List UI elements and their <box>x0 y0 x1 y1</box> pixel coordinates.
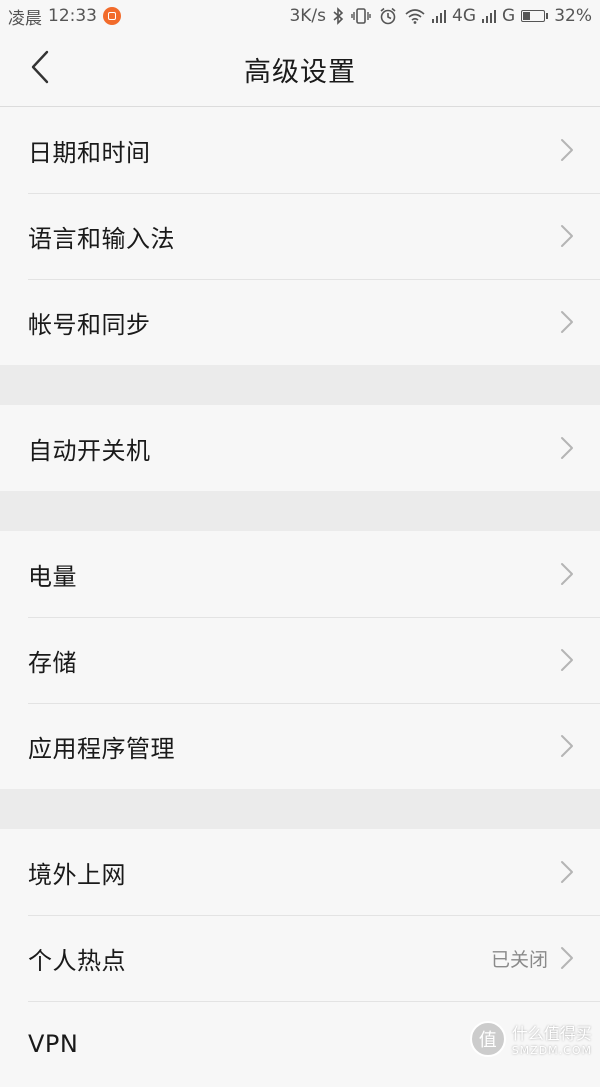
chevron-right-icon <box>560 648 574 672</box>
watermark: 值 什么值得买 SMZDM.COM <box>469 1020 592 1057</box>
settings-row[interactable]: 语言和输入法 <box>0 193 600 279</box>
notification-icon <box>103 7 121 25</box>
settings-row-label: 电量 <box>28 562 77 591</box>
settings-row-label: 帐号和同步 <box>28 310 151 339</box>
battery-percent: 32% <box>554 6 592 26</box>
group-separator <box>0 789 600 829</box>
settings-row-label: 应用程序管理 <box>28 734 175 763</box>
battery-icon <box>521 10 549 22</box>
watermark-name: 什么值得买 <box>511 1024 592 1043</box>
settings-group: 自动开关机 <box>0 405 600 491</box>
settings-row[interactable]: 帐号和同步 <box>0 279 600 365</box>
back-icon <box>30 50 50 88</box>
settings-row[interactable]: 个人热点 已关闭 <box>0 915 600 1001</box>
chevron-right-icon <box>560 138 574 162</box>
network-4g-label: 4G <box>452 6 477 26</box>
watermark-logo: 值 <box>469 1020 506 1057</box>
settings-row[interactable]: 应用程序管理 <box>0 703 600 789</box>
signal-icon <box>482 9 497 23</box>
nav-bar: 高级设置 <box>0 32 600 107</box>
settings-list: 日期和时间语言和输入法 帐号和同步自动开关机电量存储应用程序管理 境外上网个人热点 已… <box>0 107 600 1087</box>
group-separator <box>0 491 600 531</box>
chevron-right-icon <box>560 310 574 334</box>
settings-row[interactable]: 自动开关机 <box>0 405 600 491</box>
chevron-right-icon <box>560 946 574 970</box>
alarm-icon <box>378 6 398 26</box>
vibrate-icon <box>350 7 372 25</box>
group-separator <box>0 365 600 405</box>
status-bar: 凌晨 12:33 3K/s 4G G 32% <box>0 0 600 32</box>
settings-row-label: 自动开关机 <box>28 436 151 465</box>
settings-row[interactable]: 日期和时间 <box>0 107 600 193</box>
chevron-right-icon <box>560 734 574 758</box>
net-speed: 3K/s <box>289 6 327 26</box>
network-g-label: G <box>502 6 516 26</box>
settings-row-label: 存储 <box>28 648 77 677</box>
settings-row[interactable]: 电量 <box>0 531 600 617</box>
back-button[interactable] <box>20 49 60 89</box>
settings-row[interactable]: 境外上网 <box>0 829 600 915</box>
chevron-right-icon <box>560 860 574 884</box>
carrier-text: 凌晨 <box>8 8 42 29</box>
settings-row-label: 日期和时间 <box>28 138 151 167</box>
settings-row-value: 已关闭 <box>490 948 548 971</box>
bluetooth-icon <box>332 7 344 25</box>
settings-row-label: 境外上网 <box>28 860 126 889</box>
wifi-icon <box>404 7 426 25</box>
page-title: 高级设置 <box>244 56 356 88</box>
watermark-domain: SMZDM.COM <box>511 1044 592 1057</box>
chevron-right-icon <box>560 562 574 586</box>
chevron-right-icon <box>560 224 574 248</box>
settings-row-label: 个人热点 <box>28 946 126 975</box>
settings-group: 日期和时间语言和输入法 帐号和同步 <box>0 107 600 365</box>
status-time: 12:33 <box>48 6 97 26</box>
signal-icon <box>432 9 447 23</box>
chevron-right-icon <box>560 436 574 460</box>
settings-row-label: 语言和输入法 <box>28 224 175 253</box>
settings-row[interactable]: 存储 <box>0 617 600 703</box>
settings-group: 电量存储应用程序管理 <box>0 531 600 789</box>
